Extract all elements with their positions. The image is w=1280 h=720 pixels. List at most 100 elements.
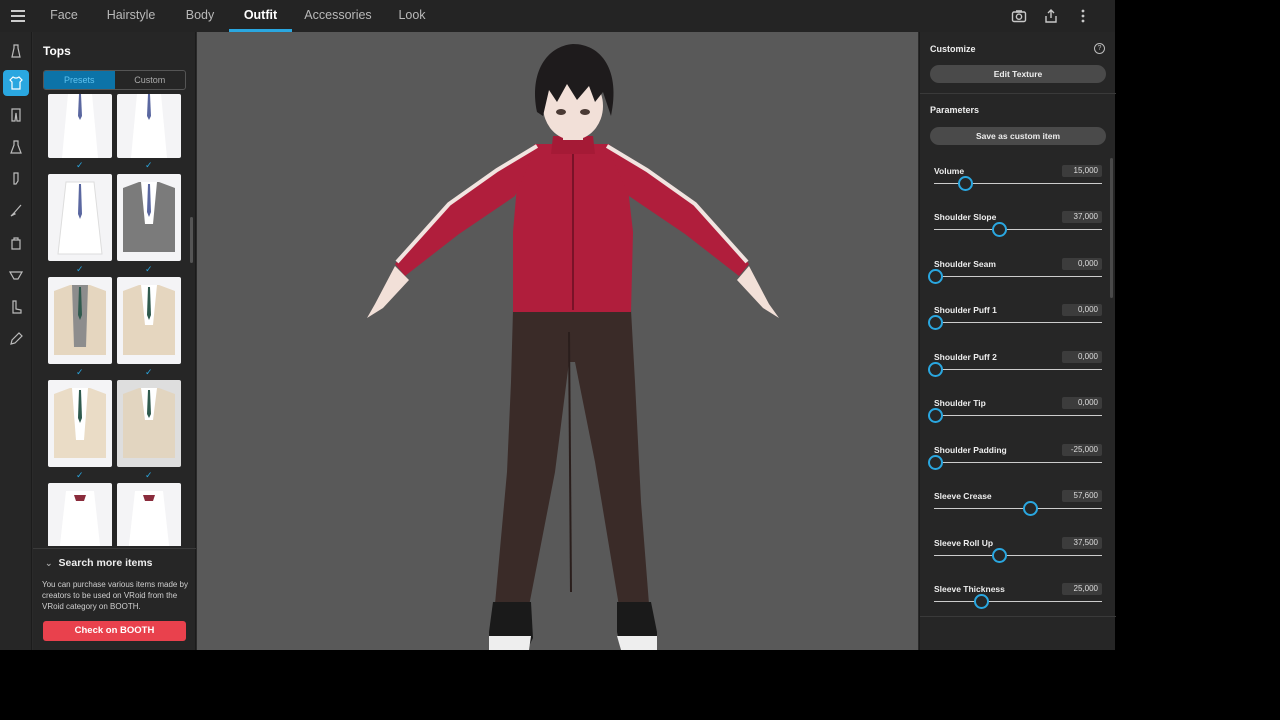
camera-icon[interactable] [1011,8,1027,24]
item-thumb[interactable] [117,483,181,546]
param-value[interactable]: 37,000 [1062,211,1102,223]
rail-onepiece[interactable] [3,134,29,160]
grid-scrollbar[interactable] [190,217,193,263]
item-thumb[interactable] [48,277,112,364]
slider-knob[interactable] [992,548,1008,563]
rail-shoes[interactable] [3,294,29,320]
slider-track[interactable] [934,415,1102,416]
tab-hairstyle[interactable]: Hairstyle [100,0,162,32]
slider-knob[interactable] [927,269,943,284]
check-icon: ✓ [145,264,153,274]
check-on-booth-button[interactable]: Check on BOOTH [43,621,186,641]
slider-knob[interactable] [973,594,989,609]
parameter-list: Volume 15,000 Shoulder Slope 37,000 Shou… [920,158,1116,616]
rail-bottoms[interactable] [3,102,29,128]
item-thumb[interactable] [48,380,112,467]
check-icon: ✓ [145,160,153,170]
check-icon: ✓ [145,470,153,480]
slider-knob[interactable] [927,455,943,470]
slider-track[interactable] [934,322,1102,323]
param-value[interactable]: -25,000 [1062,444,1102,456]
param-value[interactable]: 15,000 [1062,165,1102,177]
param-label: Shoulder Padding [934,445,1007,455]
slider-track[interactable] [934,555,1102,556]
rail-pen[interactable] [3,326,29,352]
share-icon[interactable] [1043,8,1059,24]
rail-socks[interactable] [3,166,29,192]
param-value[interactable]: 0,000 [1062,351,1102,363]
divider [920,616,1116,617]
check-icon: ✓ [145,367,153,377]
bag-icon [11,237,21,250]
param-sleeve-roll-up: Sleeve Roll Up 37,500 [934,537,1102,584]
pen-icon [10,332,23,345]
slider-track[interactable] [934,601,1102,602]
item-thumb[interactable] [48,94,112,158]
pants-icon [11,108,21,122]
item-grid: ✓ ✓ ✓ ✓ ✓ ✓ ✓ ✓ [33,94,196,546]
item-thumb[interactable] [117,94,181,158]
save-custom-item-button[interactable]: Save as custom item [930,127,1106,145]
slider-knob[interactable] [927,315,943,330]
item-thumb[interactable] [117,174,181,261]
tab-look[interactable]: Look [392,0,432,32]
custom-tab[interactable]: Custom [115,71,186,89]
avatar-viewport[interactable] [197,32,918,650]
onepiece-icon [10,140,22,154]
shoe-icon [12,300,22,314]
slider-knob[interactable] [992,222,1008,237]
tab-outfit[interactable]: Outfit [229,0,292,32]
item-thumb[interactable] [48,483,112,546]
customize-title: Customize [930,44,976,54]
slider-track[interactable] [934,462,1102,463]
parameter-scrollbar[interactable] [1110,158,1113,298]
search-more-section: ⌄ Search more items You can purchase vari… [33,548,196,650]
sock-icon [13,172,19,185]
help-icon[interactable]: ? [1094,43,1105,54]
slider-knob[interactable] [1023,501,1039,516]
param-sleeve-crease: Sleeve Crease 57,600 [934,490,1102,537]
check-icon: ✓ [76,160,84,170]
hamburger-menu-icon[interactable] [11,10,25,22]
brush-icon [10,204,22,217]
param-value[interactable]: 25,000 [1062,583,1102,595]
rail-brush[interactable] [3,198,29,224]
param-value[interactable]: 0,000 [1062,304,1102,316]
slider-track[interactable] [934,229,1102,230]
param-shoulder-tip: Shoulder Tip 0,000 [927,397,1102,444]
tab-face[interactable]: Face [44,0,84,32]
slider-knob[interactable] [927,408,943,423]
param-label: Shoulder Tip [934,398,986,408]
param-value[interactable]: 0,000 [1062,397,1102,409]
param-value[interactable]: 0,000 [1062,258,1102,270]
item-thumb[interactable] [117,277,181,364]
slider-knob[interactable] [927,362,943,377]
booth-description: You can purchase various items made by c… [42,580,189,611]
slider-track[interactable] [934,508,1102,509]
edit-texture-button[interactable]: Edit Texture [930,65,1106,83]
param-shoulder-puff-1: Shoulder Puff 1 0,000 [927,304,1102,351]
param-value[interactable]: 37,500 [1062,537,1102,549]
presets-tab[interactable]: Presets [44,71,115,89]
customize-panel: Customize ? Edit Texture Parameters Save… [919,32,1116,650]
rail-tops[interactable] [3,70,29,96]
param-value[interactable]: 57,600 [1062,490,1102,502]
more-vert-icon[interactable] [1075,8,1091,24]
tab-accessories[interactable]: Accessories [300,0,376,32]
item-thumb[interactable] [117,380,181,467]
shirt-icon [9,76,23,90]
rail-bag[interactable] [3,230,29,256]
slider-track[interactable] [934,276,1102,277]
rail-underwear[interactable] [3,262,29,288]
tab-body[interactable]: Body [180,0,220,32]
param-volume: Volume 15,000 [934,165,1102,212]
rail-dress[interactable] [3,38,29,64]
slider-knob[interactable] [957,176,973,191]
slider-track[interactable] [934,369,1102,370]
divider [920,93,1116,94]
param-label: Shoulder Slope [934,212,997,222]
param-sleeve-thickness: Sleeve Thickness 25,000 [934,583,1102,616]
category-rail [0,32,32,650]
search-more-header[interactable]: ⌄ Search more items [45,557,153,569]
item-thumb[interactable] [48,174,112,261]
